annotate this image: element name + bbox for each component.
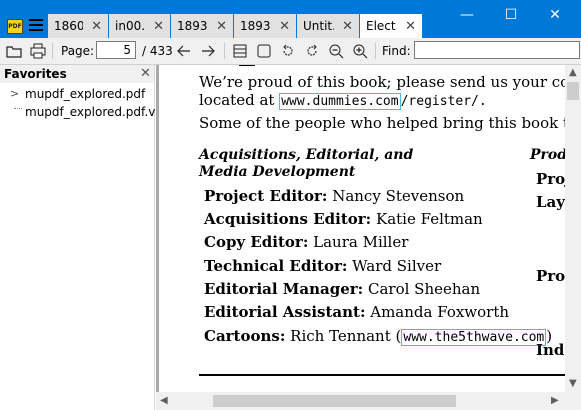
credit-name: Laura Miller	[308, 233, 409, 251]
credit-name: Amanda Foxworth	[365, 303, 510, 321]
credit-line-cartoons: Cartoons: Rich Tennant (www.the5thwave.c…	[204, 327, 552, 346]
pdf-page: We’re proud of this book; please send us…	[159, 65, 565, 392]
tab-label: in00...	[115, 19, 146, 33]
scroll-right-icon[interactable]: ▶	[551, 395, 559, 406]
credit-role: Editorial Manager:	[204, 280, 364, 298]
page-label: Page:	[61, 44, 95, 58]
dummies-link[interactable]: www.dummies.com	[279, 93, 401, 110]
minimize-button[interactable]: —	[445, 0, 489, 32]
title-bar: PDF 1860... ✕ in00... ✕ 1893... ✕ 1893... ✕ …	[0, 0, 581, 38]
tree-connector	[14, 108, 22, 109]
print-icon[interactable]	[28, 41, 48, 61]
find-label: Find:	[382, 44, 411, 58]
paragraph-line-2: located at www.dummies.com/register/.	[199, 91, 487, 110]
close-icon[interactable]: ✕	[140, 66, 151, 81]
tab-label: 1860...	[54, 19, 84, 33]
scroll-down-icon[interactable]: ▼	[569, 378, 577, 389]
credit-name: Nancy Stevenson	[327, 187, 465, 205]
paragraph-line: Some of the people who helped bring this…	[199, 114, 565, 132]
tab-2[interactable]: in00... ✕	[109, 14, 171, 38]
chevron-right-icon[interactable]: >	[10, 87, 19, 100]
document-viewport[interactable]: We’re proud of this book; please send us…	[156, 65, 581, 410]
menu-icon[interactable]	[29, 19, 43, 31]
zoom-in-icon[interactable]	[350, 41, 370, 61]
right-column-role: Proj	[536, 170, 565, 188]
credit-line: Technical Editor: Ward Silver	[204, 257, 441, 275]
credit-name: Rich Tennant (	[285, 327, 402, 345]
favorites-header: Favorites ✕	[0, 65, 154, 83]
text: /register/.	[400, 94, 487, 109]
credit-line: Editorial Manager: Carol Sheehan	[204, 280, 480, 298]
tab-label: Elect...	[366, 19, 397, 33]
right-column-role: Inde	[536, 341, 565, 359]
credit-line: Acquisitions Editor: Katie Feltman	[204, 210, 483, 228]
vertical-scrollbar[interactable]: ▲ ▼	[565, 65, 581, 392]
zoom-out-icon[interactable]	[326, 41, 346, 61]
close-icon[interactable]: ✕	[405, 19, 416, 34]
favorites-title: Favorites	[4, 67, 67, 81]
fit-page-icon[interactable]	[254, 41, 274, 61]
close-icon[interactable]: ✕	[216, 19, 227, 34]
forward-arrow-icon[interactable]	[198, 41, 218, 61]
horizontal-scrollbar[interactable]: ◀ ▶	[156, 392, 565, 410]
open-folder-icon[interactable]	[4, 41, 24, 61]
credit-role: Editorial Assistant:	[204, 303, 366, 321]
close-icon[interactable]: ✕	[342, 19, 353, 34]
credit-role: Acquisitions Editor:	[204, 210, 372, 228]
tab-strip: 1860... ✕ in00... ✕ 1893... ✕ 1893... ✕ Unti…	[48, 14, 423, 38]
credit-role: Technical Editor:	[204, 257, 348, 275]
credit-role: Project Editor:	[204, 187, 328, 205]
scroll-left-icon[interactable]: ◀	[160, 395, 168, 406]
close-icon[interactable]: ✕	[153, 19, 164, 34]
scrollbar-corner	[565, 392, 581, 410]
cut-off-glyph	[239, 65, 255, 66]
right-column-role: Proo	[536, 267, 565, 285]
maximize-button[interactable]: ☐	[489, 0, 533, 32]
tab-4[interactable]: 1893... ✕	[234, 14, 297, 38]
credit-line: Copy Editor: Laura Miller	[204, 233, 408, 251]
tab-3[interactable]: 1893... ✕	[171, 14, 234, 38]
section-heading: Acquisitions, Editorial, and	[199, 147, 414, 163]
right-column-heading: Prod	[530, 147, 565, 163]
rotate-left-icon[interactable]	[278, 41, 298, 61]
close-icon[interactable]: ✕	[279, 19, 290, 34]
credit-name: Ward Silver	[347, 257, 442, 275]
tab-1[interactable]: 1860... ✕	[48, 14, 109, 38]
credit-name: Katie Feltman	[371, 210, 483, 228]
scroll-up-icon[interactable]: ▲	[569, 67, 577, 78]
favorite-item[interactable]: mupdf_explored.pdf	[25, 87, 145, 101]
app-icon: PDF	[7, 19, 23, 34]
horizontal-rule	[199, 374, 565, 376]
paragraph-line: We’re proud of this book; please send us…	[199, 73, 565, 91]
right-column-role: Layo	[536, 193, 565, 211]
text: located at	[199, 91, 280, 109]
tab-6-active[interactable]: Elect... ✕	[360, 14, 423, 38]
page-number-input[interactable]: 5	[96, 41, 136, 59]
find-input[interactable]	[414, 41, 580, 59]
continuous-view-icon[interactable]	[230, 41, 250, 61]
credit-role: Copy Editor:	[204, 233, 309, 251]
toolbar: Page: 5 / 433 Find:	[0, 38, 581, 65]
back-arrow-icon[interactable]	[174, 41, 194, 61]
credit-name: Carol Sheehan	[363, 280, 481, 298]
horizontal-scroll-thumb[interactable]	[213, 395, 456, 407]
vertical-scroll-thumb[interactable]	[567, 82, 579, 100]
credit-role: Cartoons:	[204, 327, 286, 345]
page-total: / 433	[142, 44, 173, 58]
tab-label: Untit...	[303, 19, 334, 33]
tab-label: 1893...	[177, 19, 208, 33]
section-heading: Media Development	[199, 164, 356, 180]
close-window-button[interactable]: ✕	[533, 0, 577, 32]
the5thwave-link[interactable]: www.the5thwave.com	[401, 329, 547, 346]
tab-5[interactable]: Untit... ✕	[297, 14, 360, 38]
favorites-sidebar: Favorites ✕ > mupdf_explored.pdf mupdf_e…	[0, 65, 182, 410]
tab-label: 1893...	[240, 19, 271, 33]
rotate-right-icon[interactable]	[302, 41, 322, 61]
credit-line: Project Editor: Nancy Stevenson	[204, 187, 464, 205]
credit-line: Editorial Assistant: Amanda Foxworth	[204, 303, 509, 321]
close-icon[interactable]: ✕	[91, 19, 102, 34]
